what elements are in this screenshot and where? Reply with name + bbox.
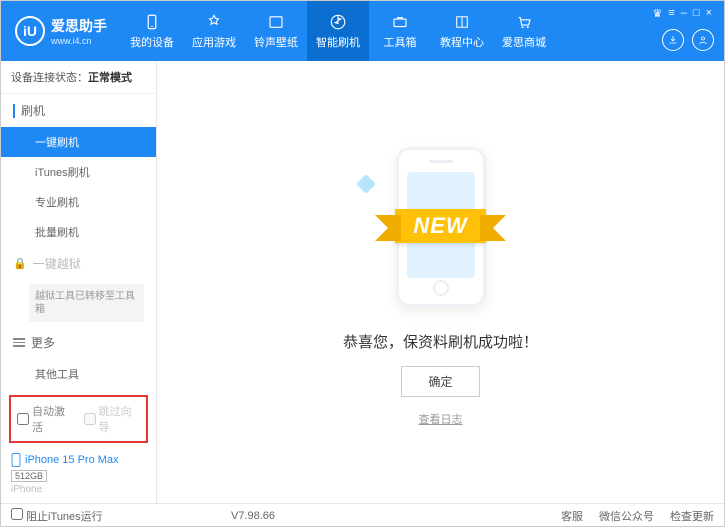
book-icon (453, 13, 471, 31)
device-info: iPhone 15 Pro Max 512GB iPhone (1, 449, 156, 503)
device-storage: 512GB (11, 470, 47, 482)
sidebar-menu: 刷机 一键刷机 iTunes刷机 专业刷机 批量刷机 🔒 一键越狱 越狱工具已转移… (1, 94, 156, 389)
footer-link-update[interactable]: 检查更新 (670, 508, 714, 524)
nav-label: 应用游戏 (192, 34, 236, 50)
nav-my-device[interactable]: 我的设备 (121, 1, 183, 61)
apps-icon (205, 13, 223, 31)
connection-status: 设备连接状态：正常模式 (1, 61, 156, 94)
app-url: www.i4.cn (51, 36, 107, 46)
options-highlight: 自动激活 跳过向导 (9, 395, 148, 443)
maximize-button[interactable]: □ (693, 7, 700, 20)
ok-button[interactable]: 确定 (401, 366, 479, 397)
window-controls: ♛ ≡ – □ × (652, 7, 716, 20)
main-content: NEW 恭喜您，保资料刷机成功啦！ 确定 查看日志 (157, 61, 724, 503)
nav-label: 爱思商城 (502, 34, 546, 50)
checkbox-label: 阻止iTunes运行 (26, 511, 103, 523)
nav-store[interactable]: 爱思商城 (493, 1, 555, 61)
group-jailbreak: 🔒 一键越狱 (1, 247, 156, 280)
nav-apps[interactable]: 应用游戏 (183, 1, 245, 61)
ribbon-text: NEW (395, 209, 485, 243)
nav-toolbox[interactable]: 工具箱 (369, 1, 431, 61)
logo-text: 爱思助手 www.i4.cn (51, 16, 107, 46)
menu-icon[interactable]: ≡ (668, 7, 674, 20)
status-bar: 阻止iTunes运行 V7.98.66 客服 微信公众号 检查更新 (1, 503, 724, 527)
nav-label: 教程中心 (440, 34, 484, 50)
skip-setup-checkbox[interactable]: 跳过向导 (84, 403, 141, 435)
top-nav: 我的设备 应用游戏 铃声壁纸 智能刷机 工具箱 教程中心 爱思商城 (121, 1, 555, 61)
logo-icon: iU (15, 16, 45, 46)
nav-label: 智能刷机 (316, 34, 360, 50)
footer-link-support[interactable]: 客服 (561, 508, 583, 524)
group-flash[interactable]: 刷机 (1, 94, 156, 127)
group-label: 刷机 (21, 102, 45, 119)
device-icon (143, 13, 161, 31)
nav-flash[interactable]: 智能刷机 (307, 1, 369, 61)
group-more[interactable]: 更多 (1, 326, 156, 359)
lock-icon: 🔒 (13, 257, 27, 270)
wallpaper-icon (267, 13, 285, 31)
sidebar-item-other[interactable]: 其他工具 (1, 359, 156, 389)
hamburger-icon (13, 336, 25, 349)
conn-value: 正常模式 (88, 72, 132, 84)
block-itunes-checkbox[interactable]: 阻止iTunes运行 (11, 508, 103, 524)
nav-ringtones[interactable]: 铃声壁纸 (245, 1, 307, 61)
minimize-button[interactable]: – (681, 7, 687, 20)
flash-icon (329, 13, 347, 31)
conn-label: 设备连接状态： (11, 72, 88, 84)
group-label: 更多 (31, 334, 55, 351)
checkbox-label: 跳过向导 (99, 403, 141, 435)
device-type: iPhone (11, 484, 146, 495)
sparkle-icon (356, 174, 376, 194)
phone-icon (11, 453, 21, 467)
sidebar-item-oneclick[interactable]: 一键刷机 (1, 127, 156, 157)
device-name-text: iPhone 15 Pro Max (25, 454, 119, 466)
user-button[interactable] (692, 29, 714, 51)
nav-label: 我的设备 (130, 34, 174, 50)
sidebar-item-batch[interactable]: 批量刷机 (1, 217, 156, 247)
checkbox-label: 自动激活 (32, 403, 74, 435)
app-title: 爱思助手 (51, 16, 107, 36)
version-label: V7.98.66 (231, 510, 275, 522)
nav-tutorials[interactable]: 教程中心 (431, 1, 493, 61)
cart-icon (515, 13, 533, 31)
nav-label: 铃声壁纸 (254, 34, 298, 50)
logo-area: iU 爱思助手 www.i4.cn (1, 16, 121, 46)
sidebar-item-pro[interactable]: 专业刷机 (1, 187, 156, 217)
sidebar: 设备连接状态：正常模式 刷机 一键刷机 iTunes刷机 专业刷机 批量刷机 🔒… (1, 61, 157, 503)
auto-activate-checkbox[interactable]: 自动激活 (17, 403, 74, 435)
nav-label: 工具箱 (384, 34, 417, 50)
success-illustration: NEW (341, 137, 541, 317)
download-button[interactable] (662, 29, 684, 51)
group-label: 一键越狱 (33, 255, 81, 272)
app-header: iU 爱思助手 www.i4.cn 我的设备 应用游戏 铃声壁纸 智能刷机 工具… (1, 1, 724, 61)
device-name[interactable]: iPhone 15 Pro Max (11, 453, 146, 467)
toolbox-icon (391, 13, 409, 31)
footer-link-wechat[interactable]: 微信公众号 (599, 508, 654, 524)
jailbreak-note: 越狱工具已转移至工具箱 (29, 284, 144, 322)
success-message: 恭喜您，保资料刷机成功啦！ (343, 331, 538, 352)
sidebar-item-itunes[interactable]: iTunes刷机 (1, 157, 156, 187)
gift-icon[interactable]: ♛ (652, 7, 662, 20)
new-ribbon: NEW (341, 209, 541, 243)
view-log-link[interactable]: 查看日志 (419, 411, 463, 427)
close-button[interactable]: × (706, 7, 712, 20)
